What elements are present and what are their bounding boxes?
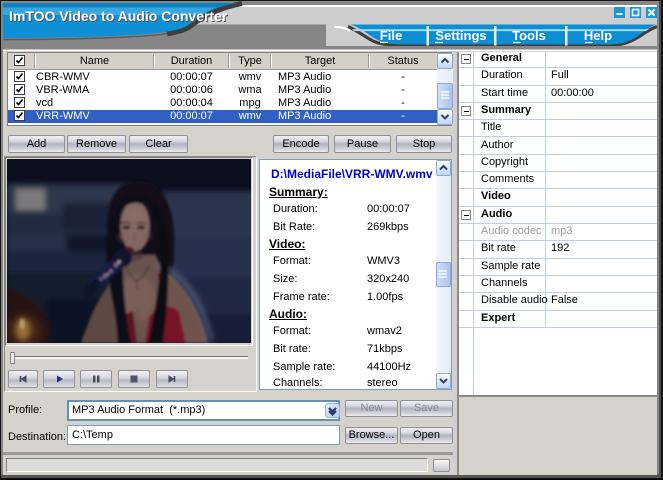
svg-text:File: File: [380, 28, 402, 43]
svg-text:Help: Help: [584, 28, 612, 43]
svg-text:Settings: Settings: [435, 28, 486, 43]
svg-text:ImTOO Video to Audio Converter: ImTOO Video to Audio Converter: [9, 8, 228, 24]
svg-text:Tools: Tools: [512, 28, 546, 43]
